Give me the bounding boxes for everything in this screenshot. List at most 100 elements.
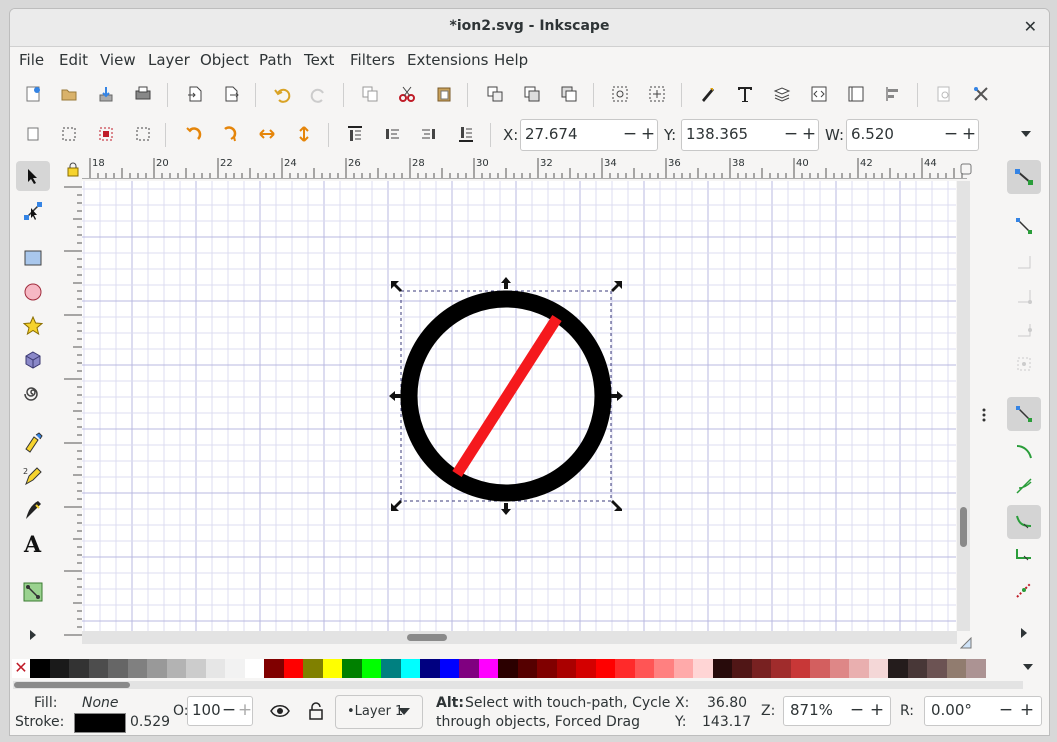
palette-scrollbar[interactable] (13, 681, 1023, 689)
x-input[interactable] (521, 120, 629, 148)
color-swatch[interactable] (712, 659, 733, 678)
color-swatch[interactable] (30, 659, 50, 678)
color-swatch[interactable] (732, 659, 752, 678)
vertical-scrollbar-thumb[interactable] (960, 507, 967, 547)
w-input[interactable] (847, 120, 955, 148)
flip-horizontal-icon[interactable] (254, 121, 280, 147)
node-tool-icon[interactable] (16, 196, 50, 226)
color-swatch[interactable] (693, 659, 713, 678)
color-manage-icon[interactable] (958, 633, 974, 653)
color-swatch[interactable] (381, 659, 401, 678)
connector-tool-icon[interactable] (16, 577, 50, 607)
lower-to-bottom-icon[interactable] (453, 121, 479, 147)
duplicate-icon[interactable] (357, 81, 383, 107)
menu-text[interactable]: Text (304, 51, 334, 69)
redo-icon[interactable] (306, 81, 332, 107)
snap-bbox-edge-icon[interactable] (1007, 245, 1041, 279)
color-swatch[interactable] (225, 659, 245, 678)
menu-extensions[interactable]: Extensions (407, 51, 488, 69)
menu-filters[interactable]: Filters (350, 51, 395, 69)
color-swatch[interactable] (615, 659, 635, 678)
selector-tool-icon[interactable] (16, 161, 50, 191)
calligraphy-tool-icon[interactable] (16, 495, 50, 525)
opacity-increment-button[interactable]: + (236, 698, 254, 722)
vertical-scrollbar[interactable] (957, 181, 970, 631)
rotate-increment-button[interactable]: + (1018, 698, 1036, 722)
color-swatch[interactable] (186, 659, 206, 678)
color-swatch[interactable] (88, 659, 109, 678)
snap-smooth-icon[interactable] (1007, 539, 1041, 573)
snap-enable-icon[interactable] (1007, 160, 1041, 194)
close-icon[interactable]: ✕ (1024, 17, 1037, 36)
zoom-selection-icon[interactable] (607, 81, 633, 107)
new-document-icon[interactable] (20, 81, 46, 107)
snap-bbox-center-icon[interactable] (1007, 347, 1041, 381)
color-swatch[interactable] (498, 659, 518, 678)
select-all-icon[interactable] (20, 121, 46, 147)
color-swatch[interactable] (517, 659, 538, 678)
select-all-layers-icon[interactable] (56, 121, 82, 147)
text-tool-icon[interactable]: A (16, 529, 50, 559)
select-original-icon[interactable] (556, 81, 582, 107)
snap-intersection-icon[interactable] (1007, 469, 1041, 503)
y-decrement-button[interactable]: − (782, 122, 800, 146)
invert-selection-icon[interactable] (93, 121, 119, 147)
color-swatch[interactable] (829, 659, 850, 678)
rotate-cw-icon[interactable] (217, 121, 243, 147)
import-icon[interactable] (93, 81, 119, 107)
zoom-decrement-button[interactable]: − (848, 698, 866, 722)
color-swatch[interactable] (283, 659, 304, 678)
w-decrement-button[interactable]: − (942, 122, 960, 146)
paste-icon[interactable] (431, 81, 457, 107)
color-swatch[interactable] (868, 659, 889, 678)
menu-layer[interactable]: Layer (148, 51, 190, 69)
color-swatch[interactable] (147, 659, 167, 678)
color-swatch[interactable] (595, 659, 616, 678)
lower-icon[interactable] (416, 121, 442, 147)
palette-scrollbar-thumb[interactable] (14, 682, 130, 688)
color-swatch[interactable] (654, 659, 674, 678)
rotate-ccw-icon[interactable] (180, 121, 206, 147)
fill-value[interactable]: None (82, 695, 119, 711)
color-swatch[interactable] (342, 659, 362, 678)
zoom-increment-button[interactable]: + (868, 698, 886, 722)
color-swatch[interactable] (49, 659, 70, 678)
color-swatch[interactable] (166, 659, 187, 678)
flip-vertical-icon[interactable] (291, 121, 317, 147)
text-font-icon[interactable] (732, 81, 758, 107)
pencil-tool-icon[interactable]: 2 (16, 461, 50, 491)
color-swatch[interactable] (556, 659, 577, 678)
color-swatch[interactable] (634, 659, 655, 678)
color-swatch[interactable] (478, 659, 499, 678)
raise-to-top-icon[interactable] (342, 121, 368, 147)
open-icon[interactable] (56, 81, 82, 107)
x-increment-button[interactable]: + (639, 122, 657, 146)
layer-dropdown[interactable]: •Layer 1 (335, 695, 423, 729)
rectangle-tool-icon[interactable] (16, 243, 50, 273)
star-tool-icon[interactable] (16, 311, 50, 341)
color-swatch[interactable] (439, 659, 460, 678)
drawing-canvas[interactable] (82, 181, 956, 631)
color-swatch[interactable] (264, 659, 284, 678)
color-swatch[interactable] (108, 659, 128, 678)
unlink-clone-icon[interactable] (519, 81, 545, 107)
menu-edit[interactable]: Edit (59, 51, 88, 69)
color-swatch[interactable] (810, 659, 830, 678)
no-paint-swatch[interactable]: ✕ (12, 659, 30, 678)
menu-object[interactable]: Object (200, 51, 249, 69)
color-swatch[interactable] (907, 659, 928, 678)
menu-view[interactable]: View (100, 51, 136, 69)
xml-editor-icon[interactable] (806, 81, 832, 107)
spiral-tool-icon[interactable] (16, 379, 50, 409)
export-icon[interactable] (218, 81, 244, 107)
color-swatch[interactable] (205, 659, 226, 678)
snap-nodes-icon[interactable] (1007, 397, 1041, 431)
color-swatch[interactable] (127, 659, 148, 678)
3d-box-tool-icon[interactable] (16, 345, 50, 375)
color-swatch[interactable] (400, 659, 421, 678)
horizontal-scrollbar-thumb[interactable] (407, 634, 447, 641)
color-swatch[interactable] (303, 659, 323, 678)
snap-bbox-midpoint-icon[interactable] (1007, 313, 1041, 347)
snap-bbox-corner-icon[interactable] (1007, 279, 1041, 313)
rotate-decrement-button[interactable]: − (997, 698, 1015, 722)
